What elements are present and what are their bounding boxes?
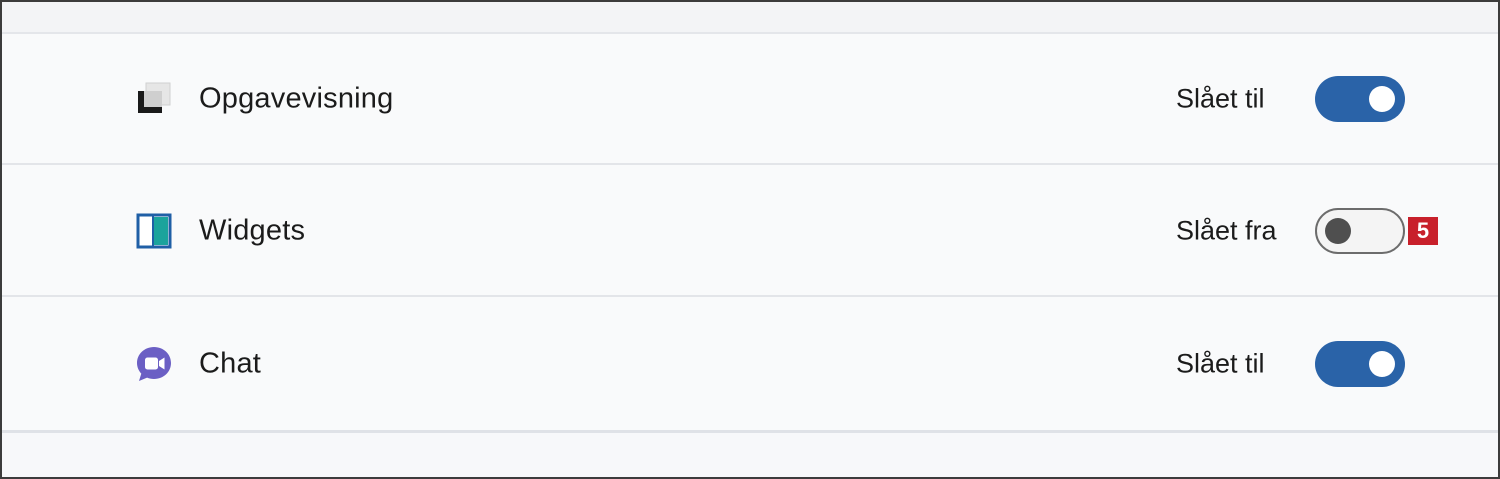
setting-label-widgets: Widgets [199, 214, 306, 246]
setting-label-task-view: Opgavevisning [199, 82, 394, 114]
setting-row-chat: Chat Slået til [2, 298, 1498, 429]
setting-label-chat: Chat [199, 347, 262, 379]
chat-icon [134, 344, 174, 384]
widgets-icon [134, 211, 174, 251]
toggle-knob [1369, 350, 1395, 377]
settings-window: Opgavevisning Slået til Widgets Slået fr… [0, 0, 1500, 479]
setting-state-widgets: Slået fra [1176, 215, 1277, 245]
task-view-icon [134, 79, 174, 119]
chat-toggle[interactable] [1315, 340, 1405, 387]
setting-state-task-view: Slået til [1176, 83, 1265, 113]
step-number-badge: 5 [1408, 216, 1438, 245]
taskbar-items-panel: Opgavevisning Slået til Widgets Slået fr… [2, 34, 1498, 430]
toggle-knob [1325, 217, 1351, 244]
setting-row-task-view: Opgavevisning Slået til [2, 34, 1498, 165]
toggle-knob [1369, 85, 1395, 112]
setting-row-widgets: Widgets Slået fra 5 [2, 166, 1498, 297]
task-view-toggle[interactable] [1315, 75, 1405, 122]
header-strip [2, 2, 1498, 34]
setting-state-chat: Slået til [1176, 348, 1265, 378]
next-section-area [2, 430, 1498, 477]
widgets-toggle[interactable] [1315, 207, 1405, 254]
